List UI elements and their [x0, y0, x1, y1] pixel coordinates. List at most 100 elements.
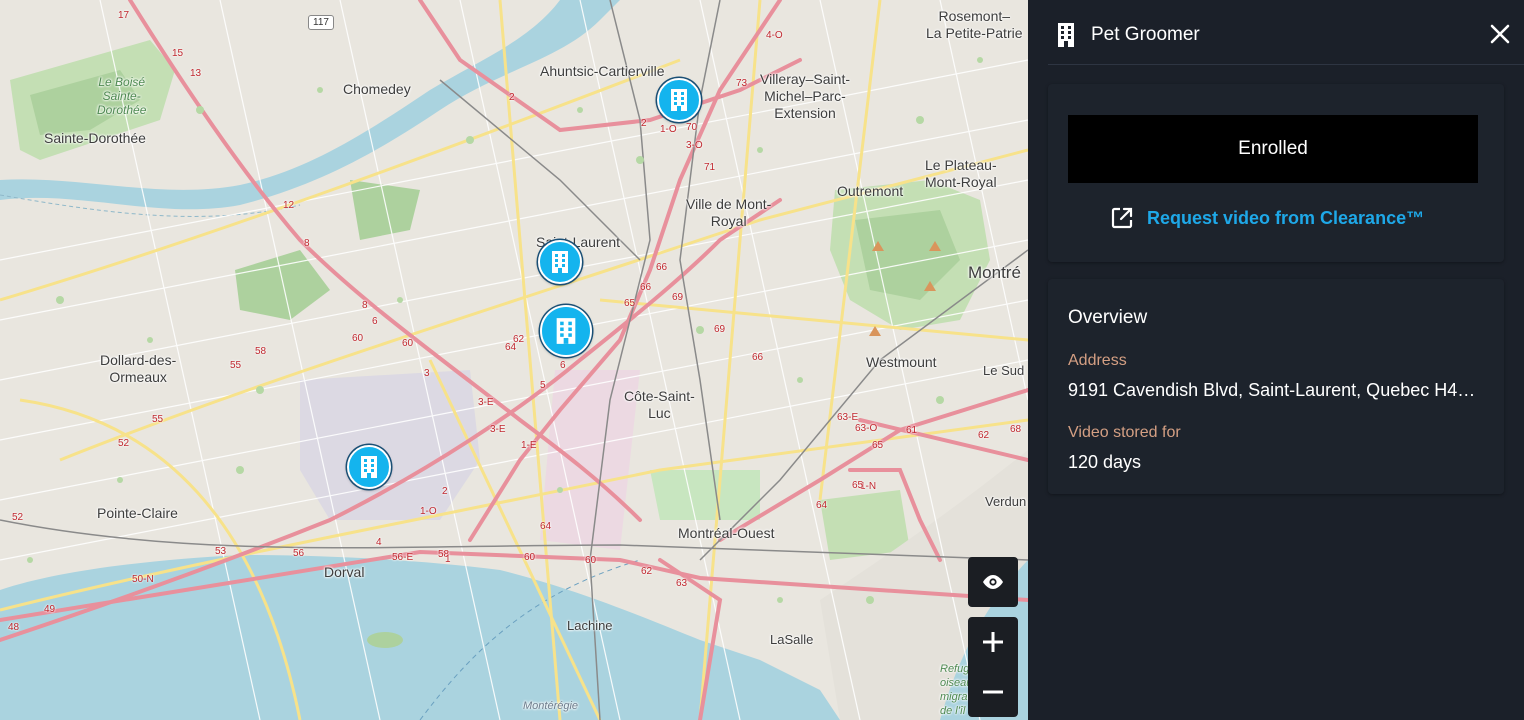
building-icon [556, 318, 576, 344]
route-number: 71 [704, 162, 716, 173]
route-number: 55 [230, 360, 242, 371]
building-icon [671, 89, 687, 111]
route-number: 69 [672, 292, 684, 303]
external-link-icon [1111, 207, 1133, 229]
route-number: 65 [624, 298, 636, 309]
route-number: 12 [283, 200, 295, 211]
route-number: 1 [445, 554, 451, 565]
label-lasalle: LaSalle [770, 632, 814, 647]
route-number: 2 [442, 486, 448, 497]
route-number: 5 [540, 380, 546, 391]
video-retention-value: 120 days [1068, 452, 1142, 472]
route-number: 52 [118, 438, 130, 449]
panel-header: Pet Groomer [1048, 0, 1524, 65]
marker-saint-laurent[interactable] [538, 240, 582, 284]
label-dorval: Dorval [324, 564, 365, 580]
route-number: 62 [641, 566, 653, 577]
label-ville-mont-royal: Ville de Mont- Royal [686, 196, 772, 229]
route-number: 56-E [392, 552, 414, 563]
route-number: 6 [372, 316, 378, 327]
enrolled-button[interactable]: Enrolled [1068, 115, 1478, 183]
route-number: 3-O [686, 140, 703, 151]
route-number: 2 [641, 118, 647, 129]
route-number: 8 [362, 300, 368, 311]
label-montreal-ouest: Montréal-Ouest [678, 525, 775, 541]
video-retention-label: Video stored for [1068, 424, 1181, 441]
route-number: 66 [752, 352, 764, 363]
route-number: 1-E [521, 440, 537, 451]
close-icon [1490, 24, 1510, 44]
building-icon [552, 251, 568, 273]
route-number: 62 [513, 334, 525, 345]
address-value: 9191 Cavendish Blvd, Saint-Laurent, Queb… [1068, 380, 1478, 400]
route-shield-117: 117 [308, 15, 334, 30]
label-outremont: Outremont [837, 183, 904, 199]
route-number: 4 [376, 537, 382, 548]
label-dollard: Dollard-des- Ormeaux [100, 352, 177, 385]
route-number: 17 [118, 10, 130, 21]
route-number: 6 [560, 360, 566, 371]
app: Rosemont– La Petite-Patrie Ahuntsic-Cart… [0, 0, 1524, 720]
enrollment-card: Enrolled Request video from Clearance™ [1048, 84, 1504, 262]
label-lachine: Lachine [567, 618, 613, 633]
request-video-label: Request video from Clearance™ [1147, 208, 1425, 228]
route-number: 66 [656, 262, 668, 273]
route-number: 3-E [478, 397, 494, 408]
route-number: 58 [255, 346, 267, 357]
visibility-toggle-button[interactable] [968, 557, 1018, 607]
zoom-out-button[interactable] [968, 667, 1018, 717]
route-number: 63-E [837, 412, 859, 423]
route-number: 55 [152, 414, 164, 425]
label-villeray: Villeray–Saint- Michel–Parc- Extension [760, 71, 851, 121]
label-ahuntsic: Ahuntsic-Cartierville [540, 63, 665, 79]
route-number: 15 [172, 48, 184, 59]
marker-cavendish[interactable] [540, 305, 592, 357]
zoom-controls [968, 617, 1018, 717]
route-number: 66 [640, 282, 652, 293]
map-view[interactable]: Rosemont– La Petite-Patrie Ahuntsic-Cart… [0, 0, 1028, 720]
route-number: 62 [978, 430, 990, 441]
route-number: 49 [44, 604, 56, 615]
route-number: 4-O [766, 30, 783, 41]
route-number: 63-O [855, 423, 878, 434]
route-number: 65 [872, 440, 884, 451]
label-le-boise: Le Boisé Sainte- Dorothée [97, 75, 147, 117]
route-number: 1-O [420, 506, 437, 517]
route-number: 61 [906, 425, 918, 436]
label-chomedey: Chomedey [343, 81, 411, 97]
route-number: 53 [215, 546, 227, 557]
route-number: 64 [540, 521, 552, 532]
route-number: 48 [8, 622, 20, 633]
label-pointe-claire: Pointe-Claire [97, 505, 178, 521]
panel-title: Pet Groomer [1091, 24, 1200, 45]
zoom-in-button[interactable] [968, 617, 1018, 667]
address-label: Address [1068, 352, 1127, 369]
marker-dorval[interactable] [347, 445, 391, 489]
label-le-sud: Le Sud [983, 363, 1025, 378]
label-rosemont: Rosemont– La Petite-Patrie [926, 8, 1023, 41]
label-cote-saint-luc: Côte-Saint- Luc [624, 388, 695, 421]
label-le-plateau: Le Plateau- Mont-Royal [925, 157, 997, 190]
marker-ahuntsic[interactable] [657, 78, 701, 122]
route-number: 64 [816, 500, 828, 511]
route-number: 2 [509, 92, 515, 103]
overview-card: Overview Address 9191 Cavendish Blvd, Sa… [1048, 279, 1504, 494]
route-number: 60 [524, 552, 536, 563]
label-monteregie: Montérégie [523, 700, 579, 712]
route-number: 60 [402, 338, 414, 349]
label-sainte-dorothee: Sainte-Dorothée [44, 130, 146, 146]
minus-icon [983, 690, 1003, 694]
building-icon [361, 456, 377, 478]
close-button[interactable] [1488, 22, 1512, 46]
route-number: 65 [852, 480, 864, 491]
route-number: 3-E [490, 424, 506, 435]
route-number: 73 [736, 78, 748, 89]
request-video-link[interactable]: Request video from Clearance™ [1110, 203, 1424, 233]
eye-icon [983, 575, 1003, 589]
label-montreal: Montré [968, 263, 1021, 282]
route-number: 70 [686, 122, 698, 133]
details-panel: Pet Groomer Enrolled Request video from … [1028, 0, 1524, 720]
route-number: 52 [12, 512, 24, 523]
route-number: 13 [190, 68, 202, 79]
route-number: 68 [1010, 424, 1022, 435]
